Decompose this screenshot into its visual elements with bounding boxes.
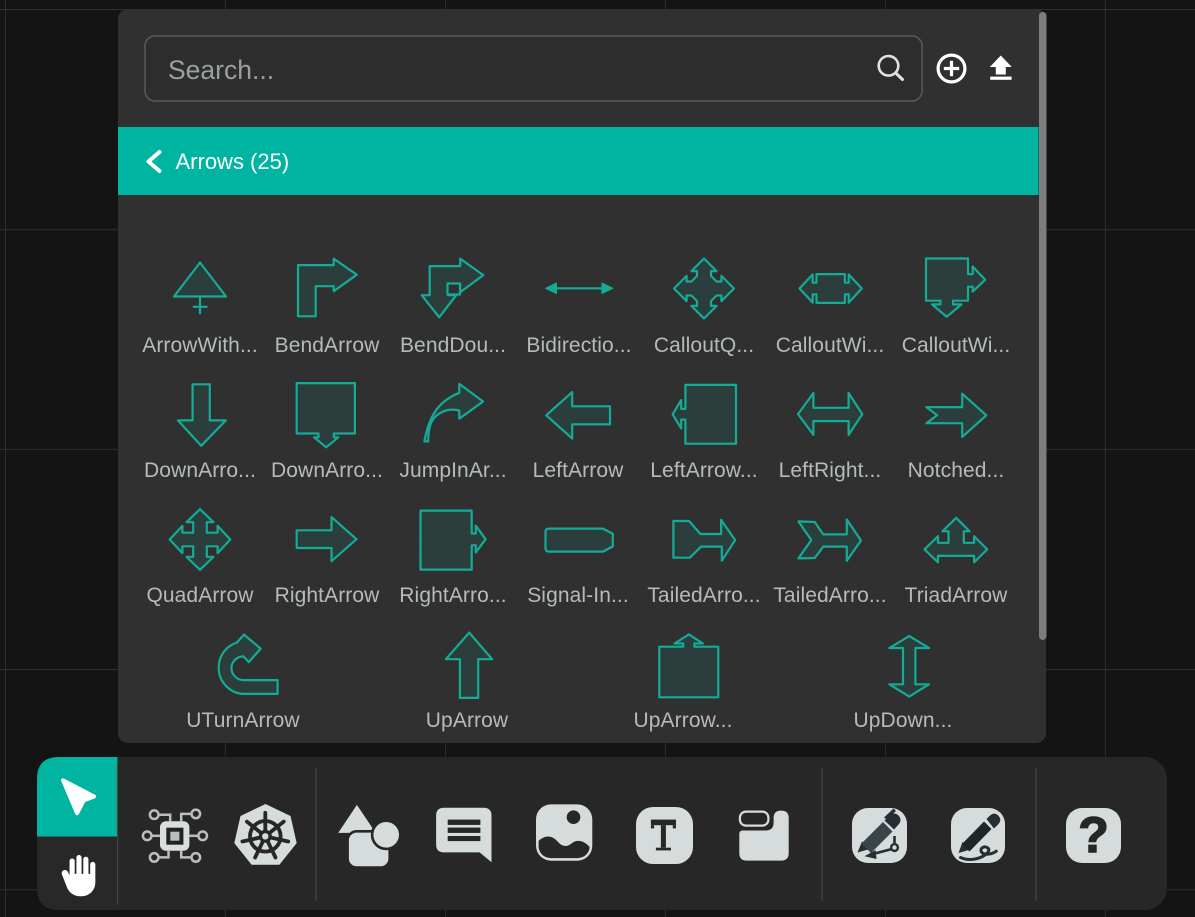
svg-text:Search...: Search... [168, 55, 274, 85]
svg-text:QuadArrow: QuadArrow [146, 584, 254, 607]
svg-text:Signal-In...: Signal-In... [527, 584, 629, 607]
svg-text:RightArrow: RightArrow [275, 584, 381, 607]
svg-text:LeftRight...: LeftRight... [779, 459, 882, 482]
svg-text:Arrows (25): Arrows (25) [176, 149, 290, 174]
svg-text:UpArrow: UpArrow [426, 709, 509, 732]
svg-text:DownArro...: DownArro... [144, 459, 256, 482]
svg-text:BendArrow: BendArrow [275, 334, 381, 357]
svg-text:JumpInAr...: JumpInAr... [399, 459, 506, 482]
svg-text:TailedArro...: TailedArro... [647, 584, 760, 607]
svg-text:CalloutQ...: CalloutQ... [654, 334, 754, 357]
svg-text:ArrowWith...: ArrowWith... [142, 334, 258, 357]
svg-text:?: ? [1078, 807, 1109, 863]
svg-text:UTurnArrow: UTurnArrow [186, 709, 300, 732]
svg-text:LeftArrow: LeftArrow [533, 459, 624, 482]
svg-text:DownArro...: DownArro... [271, 459, 383, 482]
svg-text:UpDown...: UpDown... [854, 709, 953, 732]
svg-text:Notched...: Notched... [908, 459, 1005, 482]
svg-text:BendDou...: BendDou... [400, 334, 506, 357]
svg-text:LeftArrow...: LeftArrow... [650, 459, 757, 482]
svg-text:TriadArrow: TriadArrow [905, 584, 1009, 607]
svg-text:RightArro...: RightArro... [399, 584, 506, 607]
svg-text:TailedArro...: TailedArro... [773, 584, 886, 607]
svg-text:UpArrow...: UpArrow... [633, 709, 732, 732]
svg-text:Bidirectio...: Bidirectio... [526, 334, 631, 357]
svg-text:CalloutWi...: CalloutWi... [776, 334, 885, 357]
svg-text:CalloutWi...: CalloutWi... [902, 334, 1011, 357]
